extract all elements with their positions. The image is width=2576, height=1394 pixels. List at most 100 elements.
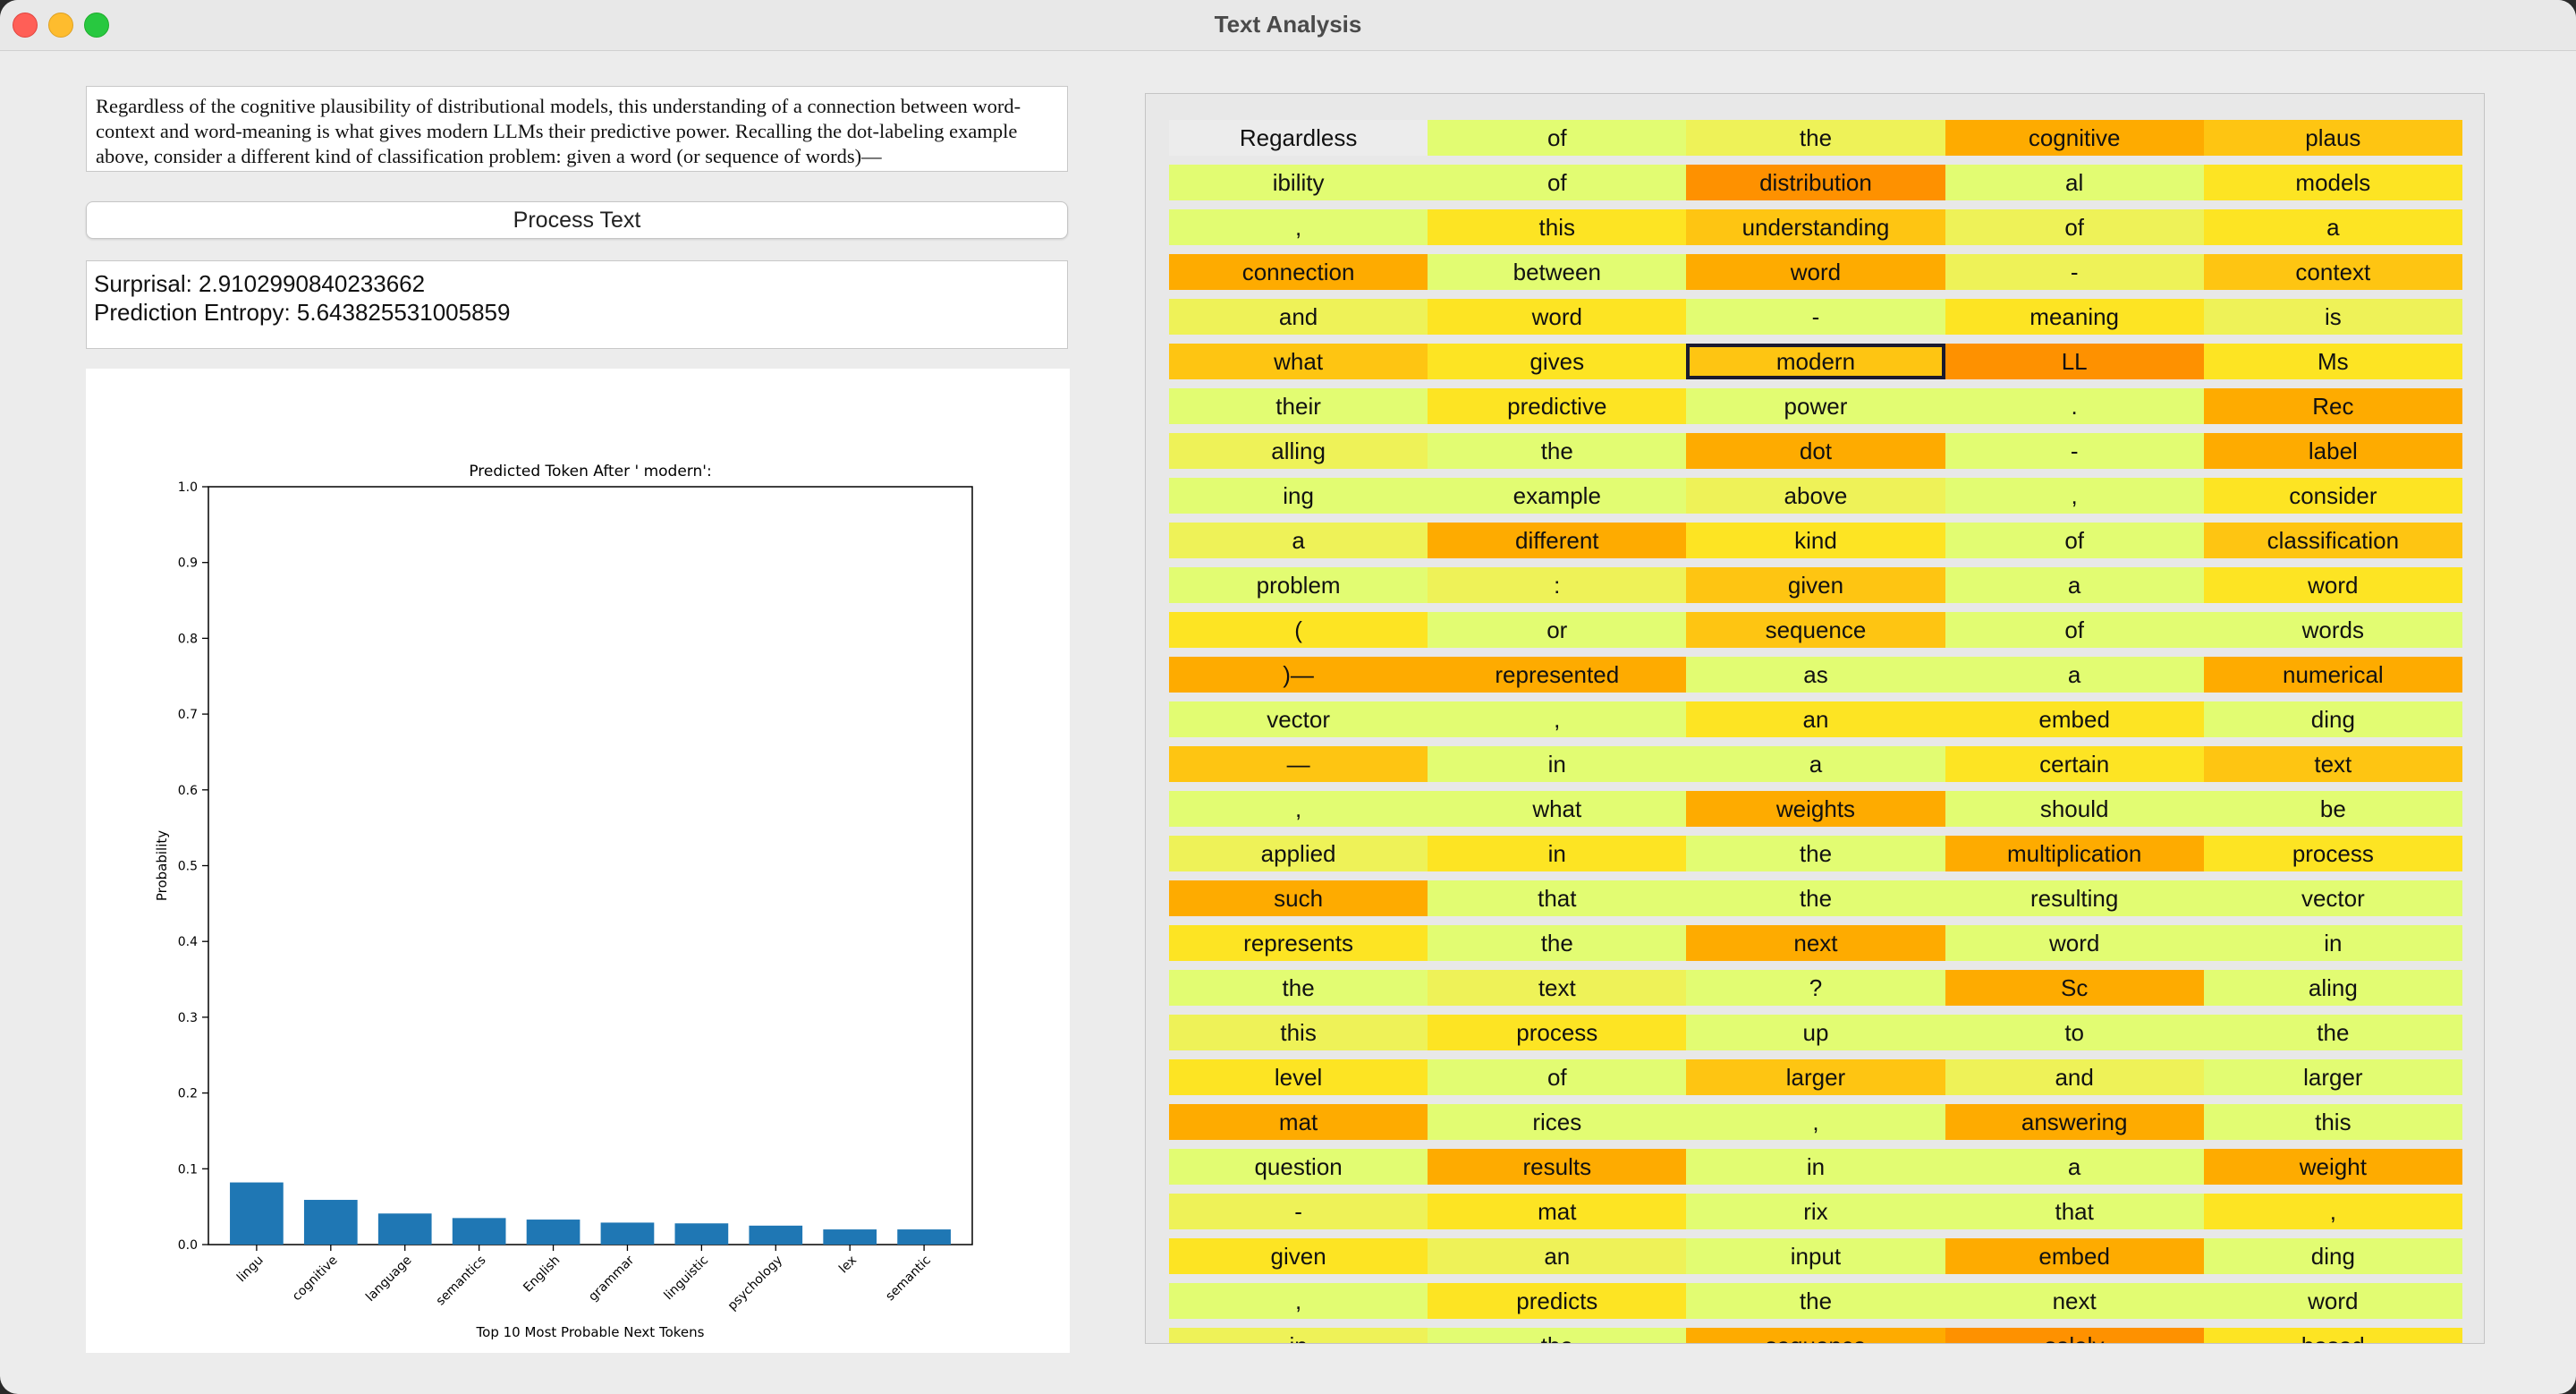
token-cell[interactable]: plaus: [2203, 120, 2462, 156]
token-cell[interactable]: question: [1169, 1149, 1428, 1185]
token-cell[interactable]: that: [1945, 1194, 2204, 1229]
input-text-area[interactable]: Regardless of the cognitive plausibility…: [86, 86, 1068, 172]
token-cell[interactable]: resulting: [1945, 880, 2204, 916]
token-cell[interactable]: next: [1945, 1283, 2204, 1319]
token-cell[interactable]: ding: [2203, 1238, 2462, 1274]
token-cell[interactable]: or: [1428, 612, 1687, 648]
token-cell[interactable]: multiplication: [1945, 836, 2204, 871]
token-cell[interactable]: of: [1945, 523, 2204, 558]
token-cell[interactable]: a: [1686, 746, 1945, 782]
token-cell[interactable]: LL: [1945, 344, 2204, 379]
token-cell[interactable]: ,: [1169, 791, 1428, 827]
token-cell[interactable]: of: [1428, 1059, 1687, 1095]
token-cell[interactable]: next: [1686, 925, 1945, 961]
token-cell[interactable]: to: [1945, 1015, 2204, 1050]
token-cell[interactable]: mat: [1169, 1104, 1428, 1140]
token-cell[interactable]: -: [1945, 433, 2204, 469]
token-cell[interactable]: in: [1428, 836, 1687, 871]
token-cell[interactable]: what: [1428, 791, 1687, 827]
token-cell[interactable]: weights: [1686, 791, 1945, 827]
token-cell[interactable]: and: [1169, 299, 1428, 335]
token-cell[interactable]: in: [2203, 925, 2462, 961]
token-cell[interactable]: Regardless: [1169, 120, 1428, 156]
token-cell[interactable]: and: [1945, 1059, 2204, 1095]
token-cell[interactable]: -: [1169, 1194, 1428, 1229]
token-cell[interactable]: should: [1945, 791, 2204, 827]
token-cell[interactable]: in: [1428, 746, 1687, 782]
token-cell[interactable]: cognitive: [1945, 120, 2204, 156]
token-cell[interactable]: results: [1428, 1149, 1687, 1185]
token-cell[interactable]: of: [1945, 612, 2204, 648]
token-cell[interactable]: the: [1686, 120, 1945, 156]
token-cell[interactable]: represented: [1428, 657, 1687, 693]
token-cell-selected[interactable]: modern: [1686, 344, 1945, 379]
token-cell[interactable]: distribution: [1686, 165, 1945, 200]
token-cell[interactable]: embed: [1945, 1238, 2204, 1274]
token-cell[interactable]: power: [1686, 388, 1945, 424]
token-cell[interactable]: given: [1686, 567, 1945, 603]
token-cell[interactable]: word: [1945, 925, 2204, 961]
token-cell[interactable]: vector: [2203, 880, 2462, 916]
token-cell[interactable]: kind: [1686, 523, 1945, 558]
token-cell[interactable]: the: [1686, 1283, 1945, 1319]
token-cell[interactable]: process: [2203, 836, 2462, 871]
token-cell[interactable]: ,: [1169, 209, 1428, 245]
token-cell[interactable]: Ms: [2203, 344, 2462, 379]
token-cell[interactable]: :: [1428, 567, 1687, 603]
token-cell[interactable]: words: [2203, 612, 2462, 648]
token-cell[interactable]: rix: [1686, 1194, 1945, 1229]
token-cell[interactable]: based: [2203, 1328, 2462, 1343]
token-cell[interactable]: sequence: [1686, 1328, 1945, 1343]
token-cell[interactable]: embed: [1945, 701, 2204, 737]
token-cell[interactable]: Sc: [1945, 970, 2204, 1006]
token-cell[interactable]: text: [2203, 746, 2462, 782]
token-cell[interactable]: what: [1169, 344, 1428, 379]
token-cell[interactable]: solely: [1945, 1328, 2204, 1343]
token-cell[interactable]: level: [1169, 1059, 1428, 1095]
token-cell[interactable]: of: [1428, 120, 1687, 156]
token-cell[interactable]: ,: [1945, 478, 2204, 514]
token-cell[interactable]: a: [1169, 523, 1428, 558]
token-cell[interactable]: ,: [2203, 1194, 2462, 1229]
token-cell[interactable]: in: [1686, 1149, 1945, 1185]
token-cell[interactable]: example: [1428, 478, 1687, 514]
token-cell[interactable]: their: [1169, 388, 1428, 424]
token-cell[interactable]: the: [1428, 925, 1687, 961]
token-cell[interactable]: alling: [1169, 433, 1428, 469]
token-cell[interactable]: numerical: [2203, 657, 2462, 693]
token-cell[interactable]: such: [1169, 880, 1428, 916]
token-cell[interactable]: (: [1169, 612, 1428, 648]
token-cell[interactable]: larger: [2203, 1059, 2462, 1095]
token-cell[interactable]: sequence: [1686, 612, 1945, 648]
token-cell[interactable]: label: [2203, 433, 2462, 469]
token-cell[interactable]: process: [1428, 1015, 1687, 1050]
token-cell[interactable]: a: [1945, 567, 2204, 603]
token-cell[interactable]: a: [1945, 657, 2204, 693]
token-cell[interactable]: ibility: [1169, 165, 1428, 200]
token-cell[interactable]: the: [1169, 970, 1428, 1006]
token-cell[interactable]: the: [1428, 1328, 1687, 1343]
token-cell[interactable]: that: [1428, 880, 1687, 916]
token-cell[interactable]: the: [1428, 433, 1687, 469]
token-cell[interactable]: a: [1945, 1149, 2204, 1185]
token-cell[interactable]: the: [1686, 836, 1945, 871]
token-cell[interactable]: predictive: [1428, 388, 1687, 424]
token-cell[interactable]: ,: [1169, 1283, 1428, 1319]
token-cell[interactable]: -: [1686, 299, 1945, 335]
token-cell[interactable]: represents: [1169, 925, 1428, 961]
token-cell[interactable]: ?: [1686, 970, 1945, 1006]
token-cell[interactable]: this: [1169, 1015, 1428, 1050]
token-cell[interactable]: above: [1686, 478, 1945, 514]
token-cell[interactable]: ding: [2203, 701, 2462, 737]
token-cell[interactable]: vector: [1169, 701, 1428, 737]
token-cell[interactable]: classification: [2203, 523, 2462, 558]
token-cell[interactable]: ,: [1428, 701, 1687, 737]
token-cell[interactable]: word: [1686, 254, 1945, 290]
token-cell[interactable]: word: [2203, 567, 2462, 603]
token-cell[interactable]: —: [1169, 746, 1428, 782]
token-cell[interactable]: applied: [1169, 836, 1428, 871]
process-text-button[interactable]: Process Text: [86, 201, 1068, 239]
token-cell[interactable]: word: [1428, 299, 1687, 335]
token-cell[interactable]: in: [1169, 1328, 1428, 1343]
token-cell[interactable]: is: [2203, 299, 2462, 335]
